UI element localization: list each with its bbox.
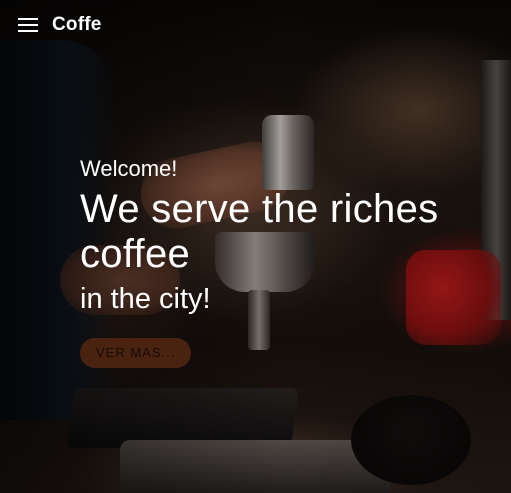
hero-subline: in the city! (80, 283, 211, 315)
hero-content: Welcome! We serve the riches coffee in t… (80, 155, 500, 368)
welcome-text: Welcome! (80, 156, 178, 181)
app-title[interactable]: Coffe (52, 14, 102, 36)
menu-button[interactable] (0, 0, 56, 50)
hero-headline: We serve the riches coffee (80, 187, 439, 276)
menu-icon (18, 18, 38, 32)
see-more-button[interactable]: VER MAS... (80, 338, 192, 368)
page: Coffe Welcome! We serve the riches coffe… (0, 0, 511, 493)
top-app-bar: Coffe (0, 0, 511, 50)
